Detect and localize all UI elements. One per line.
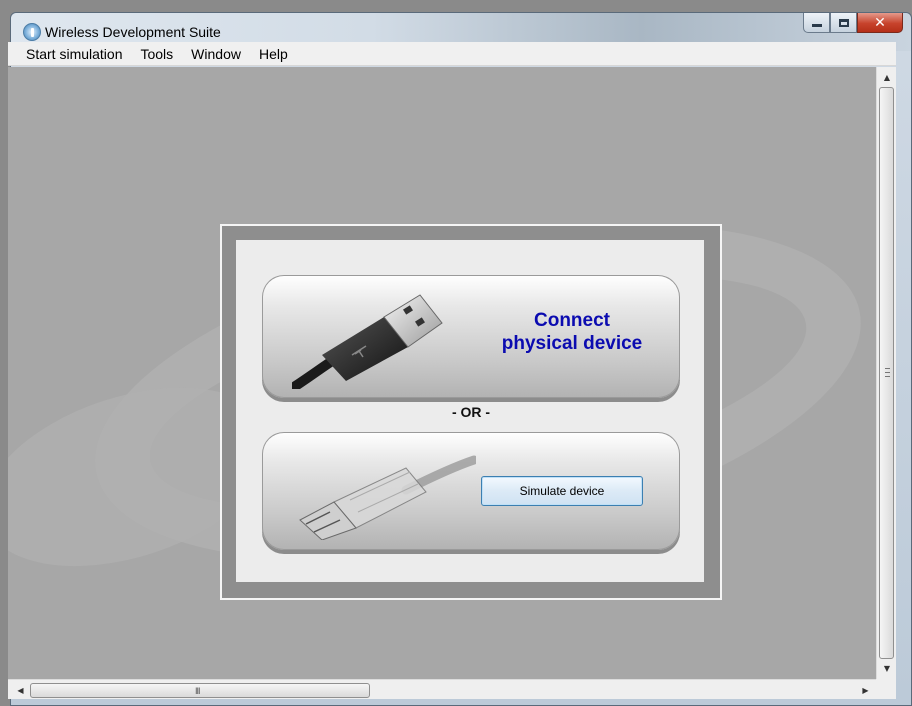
menu-tools[interactable]: Tools [131, 43, 182, 65]
menu-bar: Start simulation Tools Window Help [8, 42, 896, 66]
transparent-usb-cable-icon [299, 455, 476, 540]
connect-label-line2: physical device [501, 333, 643, 354]
app-antenna-icon [23, 23, 41, 41]
connect-physical-device-label: Connect physical device [472, 309, 672, 355]
usb-cable-icon [292, 294, 443, 389]
close-icon: ✕ [874, 14, 886, 31]
simulate-device-panel: Simulate device [262, 432, 680, 550]
horizontal-scrollbar[interactable]: ◀ III ▶ [8, 679, 876, 699]
menu-window[interactable]: Window [182, 43, 250, 65]
minimize-button[interactable] [803, 13, 830, 33]
window-controls: ✕ [803, 13, 903, 33]
scroll-grip-icon: III [195, 686, 200, 696]
scroll-left-arrow-icon[interactable]: ◀ [12, 680, 29, 700]
menu-start-simulation[interactable]: Start simulation [16, 43, 131, 65]
resize-grip-icon[interactable] [876, 679, 896, 699]
minimize-icon [811, 24, 822, 27]
maximize-icon [838, 18, 849, 27]
horizontal-scroll-thumb[interactable]: III [30, 683, 370, 698]
vertical-scroll-thumb[interactable] [879, 87, 894, 659]
maximize-button[interactable] [830, 13, 857, 33]
connect-label-line1: Connect [534, 310, 610, 331]
scroll-grip-icon [885, 368, 890, 377]
scroll-down-arrow-icon[interactable]: ▼ [877, 660, 897, 677]
simulate-device-button[interactable]: Simulate device [481, 476, 643, 506]
scroll-right-arrow-icon[interactable]: ▶ [857, 680, 874, 700]
menu-help[interactable]: Help [250, 43, 297, 65]
vertical-scrollbar[interactable]: ▲ ▼ [876, 67, 896, 679]
connect-physical-device-button[interactable]: Connect physical device [262, 275, 680, 398]
scroll-up-arrow-icon[interactable]: ▲ [877, 69, 897, 86]
close-button[interactable]: ✕ [857, 13, 903, 33]
window-title: Wireless Development Suite [45, 24, 221, 40]
or-separator: - OR - [451, 404, 491, 420]
